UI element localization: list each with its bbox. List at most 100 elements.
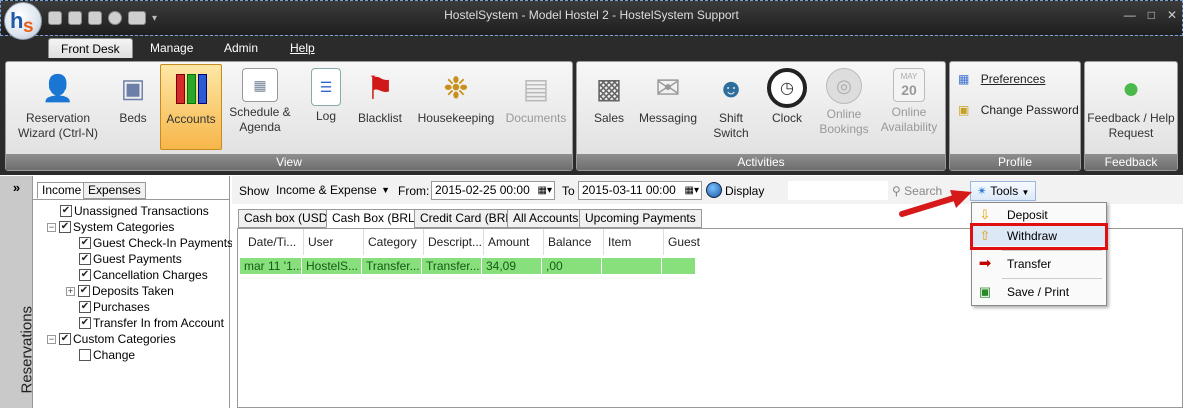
menu-item-transfer[interactable]: ➡ Transfer bbox=[972, 254, 1106, 274]
column-header-item[interactable]: Item bbox=[604, 229, 664, 255]
filter-bar: Show Income & Expense ▼ From: 2015-02-25… bbox=[232, 176, 1183, 204]
checkbox-checked-icon[interactable]: ✔ bbox=[78, 285, 90, 297]
menu-item-deposit[interactable]: ⇩ Deposit bbox=[972, 205, 1106, 225]
collapse-icon[interactable]: − bbox=[47, 334, 56, 344]
housekeeping-button[interactable]: ❉ Housekeeping bbox=[408, 64, 504, 150]
notepad-icon: ☰ bbox=[311, 68, 341, 106]
feedback-help-request-button[interactable]: ● Feedback / Help Request bbox=[1087, 64, 1175, 150]
calendar-day-icon: MAY 20 bbox=[893, 68, 925, 102]
search-box[interactable] bbox=[788, 181, 888, 200]
cash-register-icon: ▩ bbox=[595, 72, 623, 104]
calendar-dropdown-icon[interactable]: ▦▾ bbox=[538, 182, 552, 199]
tab-all-accounts[interactable]: All Accounts bbox=[507, 209, 585, 228]
broom-icon: ❉ bbox=[443, 71, 469, 105]
group-caption-feedback: Feedback bbox=[1085, 154, 1177, 170]
preferences-button[interactable]: ▦ Preferences bbox=[958, 72, 1045, 86]
calendar-icon: ▦ bbox=[242, 68, 278, 102]
show-select[interactable]: Income & Expense ▼ bbox=[272, 181, 394, 200]
shift-switch-button[interactable]: ☻ Shift Switch bbox=[703, 64, 759, 150]
display-button[interactable]: Display bbox=[725, 184, 764, 198]
tools-button[interactable]: ✴ Tools ▼ bbox=[970, 181, 1037, 201]
tree-item-system-categories[interactable]: − ✔ System Categories bbox=[47, 219, 174, 235]
tree-item-change[interactable]: Change bbox=[79, 347, 135, 363]
log-button[interactable]: ☰ Log bbox=[300, 64, 352, 150]
tab-front-desk[interactable]: Front Desk bbox=[48, 38, 133, 60]
checkbox-unchecked-icon[interactable] bbox=[79, 349, 91, 361]
tree-item-purchases[interactable]: ✔ Purchases bbox=[79, 299, 150, 315]
globe-icon[interactable] bbox=[706, 182, 722, 198]
envelope-icon: ✉ bbox=[655, 71, 681, 105]
category-tree-panel: Income Expenses ✔ Unassigned Transactions… bbox=[33, 176, 233, 408]
tree-item-unassigned-transactions[interactable]: ✔ Unassigned Transactions bbox=[60, 203, 209, 219]
table-cell-user: HostelS... bbox=[302, 258, 362, 274]
preferences-icon: ▦ bbox=[958, 72, 970, 86]
from-date-field[interactable]: 2015-02-25 00:00 ▦▾ bbox=[431, 181, 555, 200]
minimize-icon[interactable]: — bbox=[1124, 8, 1136, 22]
documents-button[interactable]: ▤ Documents bbox=[502, 64, 570, 150]
tab-manage[interactable]: Manage bbox=[138, 38, 205, 60]
tree-item-custom-categories[interactable]: − ✔ Custom Categories bbox=[47, 331, 176, 347]
tree-item-transfer-in-from-account[interactable]: ✔ Transfer In from Account bbox=[79, 315, 224, 331]
column-header-guest[interactable]: Guest bbox=[664, 229, 724, 255]
red-flag-icon: ⚑ bbox=[365, 69, 395, 106]
checkbox-checked-icon[interactable]: ✔ bbox=[59, 221, 71, 233]
tree-item-cancellation-charges[interactable]: ✔ Cancellation Charges bbox=[79, 267, 208, 283]
online-bookings-button[interactable]: ◎ Online Bookings bbox=[815, 64, 873, 150]
checkbox-checked-icon[interactable]: ✔ bbox=[59, 333, 71, 345]
tab-admin[interactable]: Admin bbox=[212, 38, 270, 60]
group-caption-activities: Activities bbox=[577, 154, 945, 170]
menu-item-save-print[interactable]: ▣ Save / Print bbox=[972, 282, 1106, 302]
tab-expenses[interactable]: Expenses bbox=[83, 182, 146, 199]
tree-item-guest-payments[interactable]: ✔ Guest Payments bbox=[79, 251, 182, 267]
tab-cash-box-brl[interactable]: Cash Box (BRL) bbox=[326, 209, 425, 228]
change-password-button[interactable]: ▣ Change Password bbox=[958, 103, 1079, 117]
schedule-agenda-button[interactable]: ▦ Schedule & Agenda bbox=[226, 64, 294, 150]
collapse-icon[interactable]: − bbox=[47, 222, 56, 232]
maximize-icon[interactable]: □ bbox=[1148, 8, 1155, 22]
expand-icon[interactable]: + bbox=[66, 286, 75, 296]
beds-button[interactable]: ▣ Beds bbox=[108, 64, 158, 150]
tab-cash-box-usd[interactable]: Cash box (USD) bbox=[238, 209, 338, 228]
calendar-dropdown-icon[interactable]: ▦▾ bbox=[685, 182, 699, 199]
clock-button[interactable]: ◷ Clock bbox=[761, 64, 813, 150]
column-header-amount[interactable]: Amount bbox=[484, 229, 544, 255]
bed-icon: ▣ bbox=[120, 72, 146, 103]
table-row[interactable]: mar 11 '1... HostelS... Transfer... Tran… bbox=[240, 258, 695, 274]
users-icon: ☻ bbox=[717, 72, 745, 103]
close-icon[interactable]: ✕ bbox=[1167, 8, 1177, 22]
expand-panel-icon[interactable]: » bbox=[0, 180, 33, 195]
blacklist-button[interactable]: ⚑ Blacklist bbox=[354, 64, 406, 150]
tab-upcoming-payments[interactable]: Upcoming Payments bbox=[579, 209, 702, 228]
checkbox-checked-icon[interactable]: ✔ bbox=[79, 237, 91, 249]
lock-icon: ▣ bbox=[958, 103, 970, 117]
reservation-wizard-button[interactable]: 👤 Reservation Wizard (Ctrl-N) bbox=[10, 64, 106, 150]
messaging-button[interactable]: ✉ Messaging bbox=[637, 64, 699, 150]
accounts-button[interactable]: Accounts bbox=[160, 64, 222, 150]
globe-icon: ◎ bbox=[826, 68, 862, 104]
ribbon-tabs: Front Desk Manage Admin Help bbox=[0, 36, 1183, 60]
checkbox-checked-icon[interactable]: ✔ bbox=[79, 269, 91, 281]
online-availability-button[interactable]: MAY 20 Online Availability bbox=[875, 64, 943, 150]
tab-income[interactable]: Income bbox=[37, 182, 87, 199]
to-date-field[interactable]: 2015-03-11 00:00 ▦▾ bbox=[578, 181, 702, 200]
tab-help[interactable]: Help bbox=[278, 38, 327, 60]
column-header-description[interactable]: Descript... bbox=[424, 229, 484, 255]
checkbox-checked-icon[interactable]: ✔ bbox=[79, 301, 91, 313]
checkbox-checked-icon[interactable]: ✔ bbox=[60, 205, 72, 217]
table-cell-guest bbox=[662, 258, 695, 274]
tab-credit-card-brl[interactable]: Credit Card (BRL) bbox=[414, 209, 523, 228]
sales-button[interactable]: ▩ Sales bbox=[581, 64, 637, 150]
checkbox-checked-icon[interactable]: ✔ bbox=[79, 253, 91, 265]
table-cell-balance: ,00 bbox=[542, 258, 602, 274]
tree-item-deposits-taken[interactable]: + ✔ Deposits Taken bbox=[66, 283, 174, 299]
checkbox-checked-icon[interactable]: ✔ bbox=[79, 317, 91, 329]
column-header-date[interactable]: Date/Ti... bbox=[244, 229, 304, 255]
ribbon: 👤 Reservation Wizard (Ctrl-N) ▣ Beds Acc… bbox=[0, 58, 1183, 175]
column-header-category[interactable]: Category bbox=[364, 229, 424, 255]
column-header-user[interactable]: User bbox=[304, 229, 364, 255]
tools-icon: ✴ bbox=[977, 184, 988, 198]
column-header-balance[interactable]: Balance bbox=[544, 229, 604, 255]
deposit-icon: ⇩ bbox=[979, 207, 991, 222]
tree-item-guest-check-in-payments[interactable]: ✔ Guest Check-In Payments bbox=[79, 235, 233, 251]
app-logo[interactable]: h s bbox=[4, 2, 42, 40]
